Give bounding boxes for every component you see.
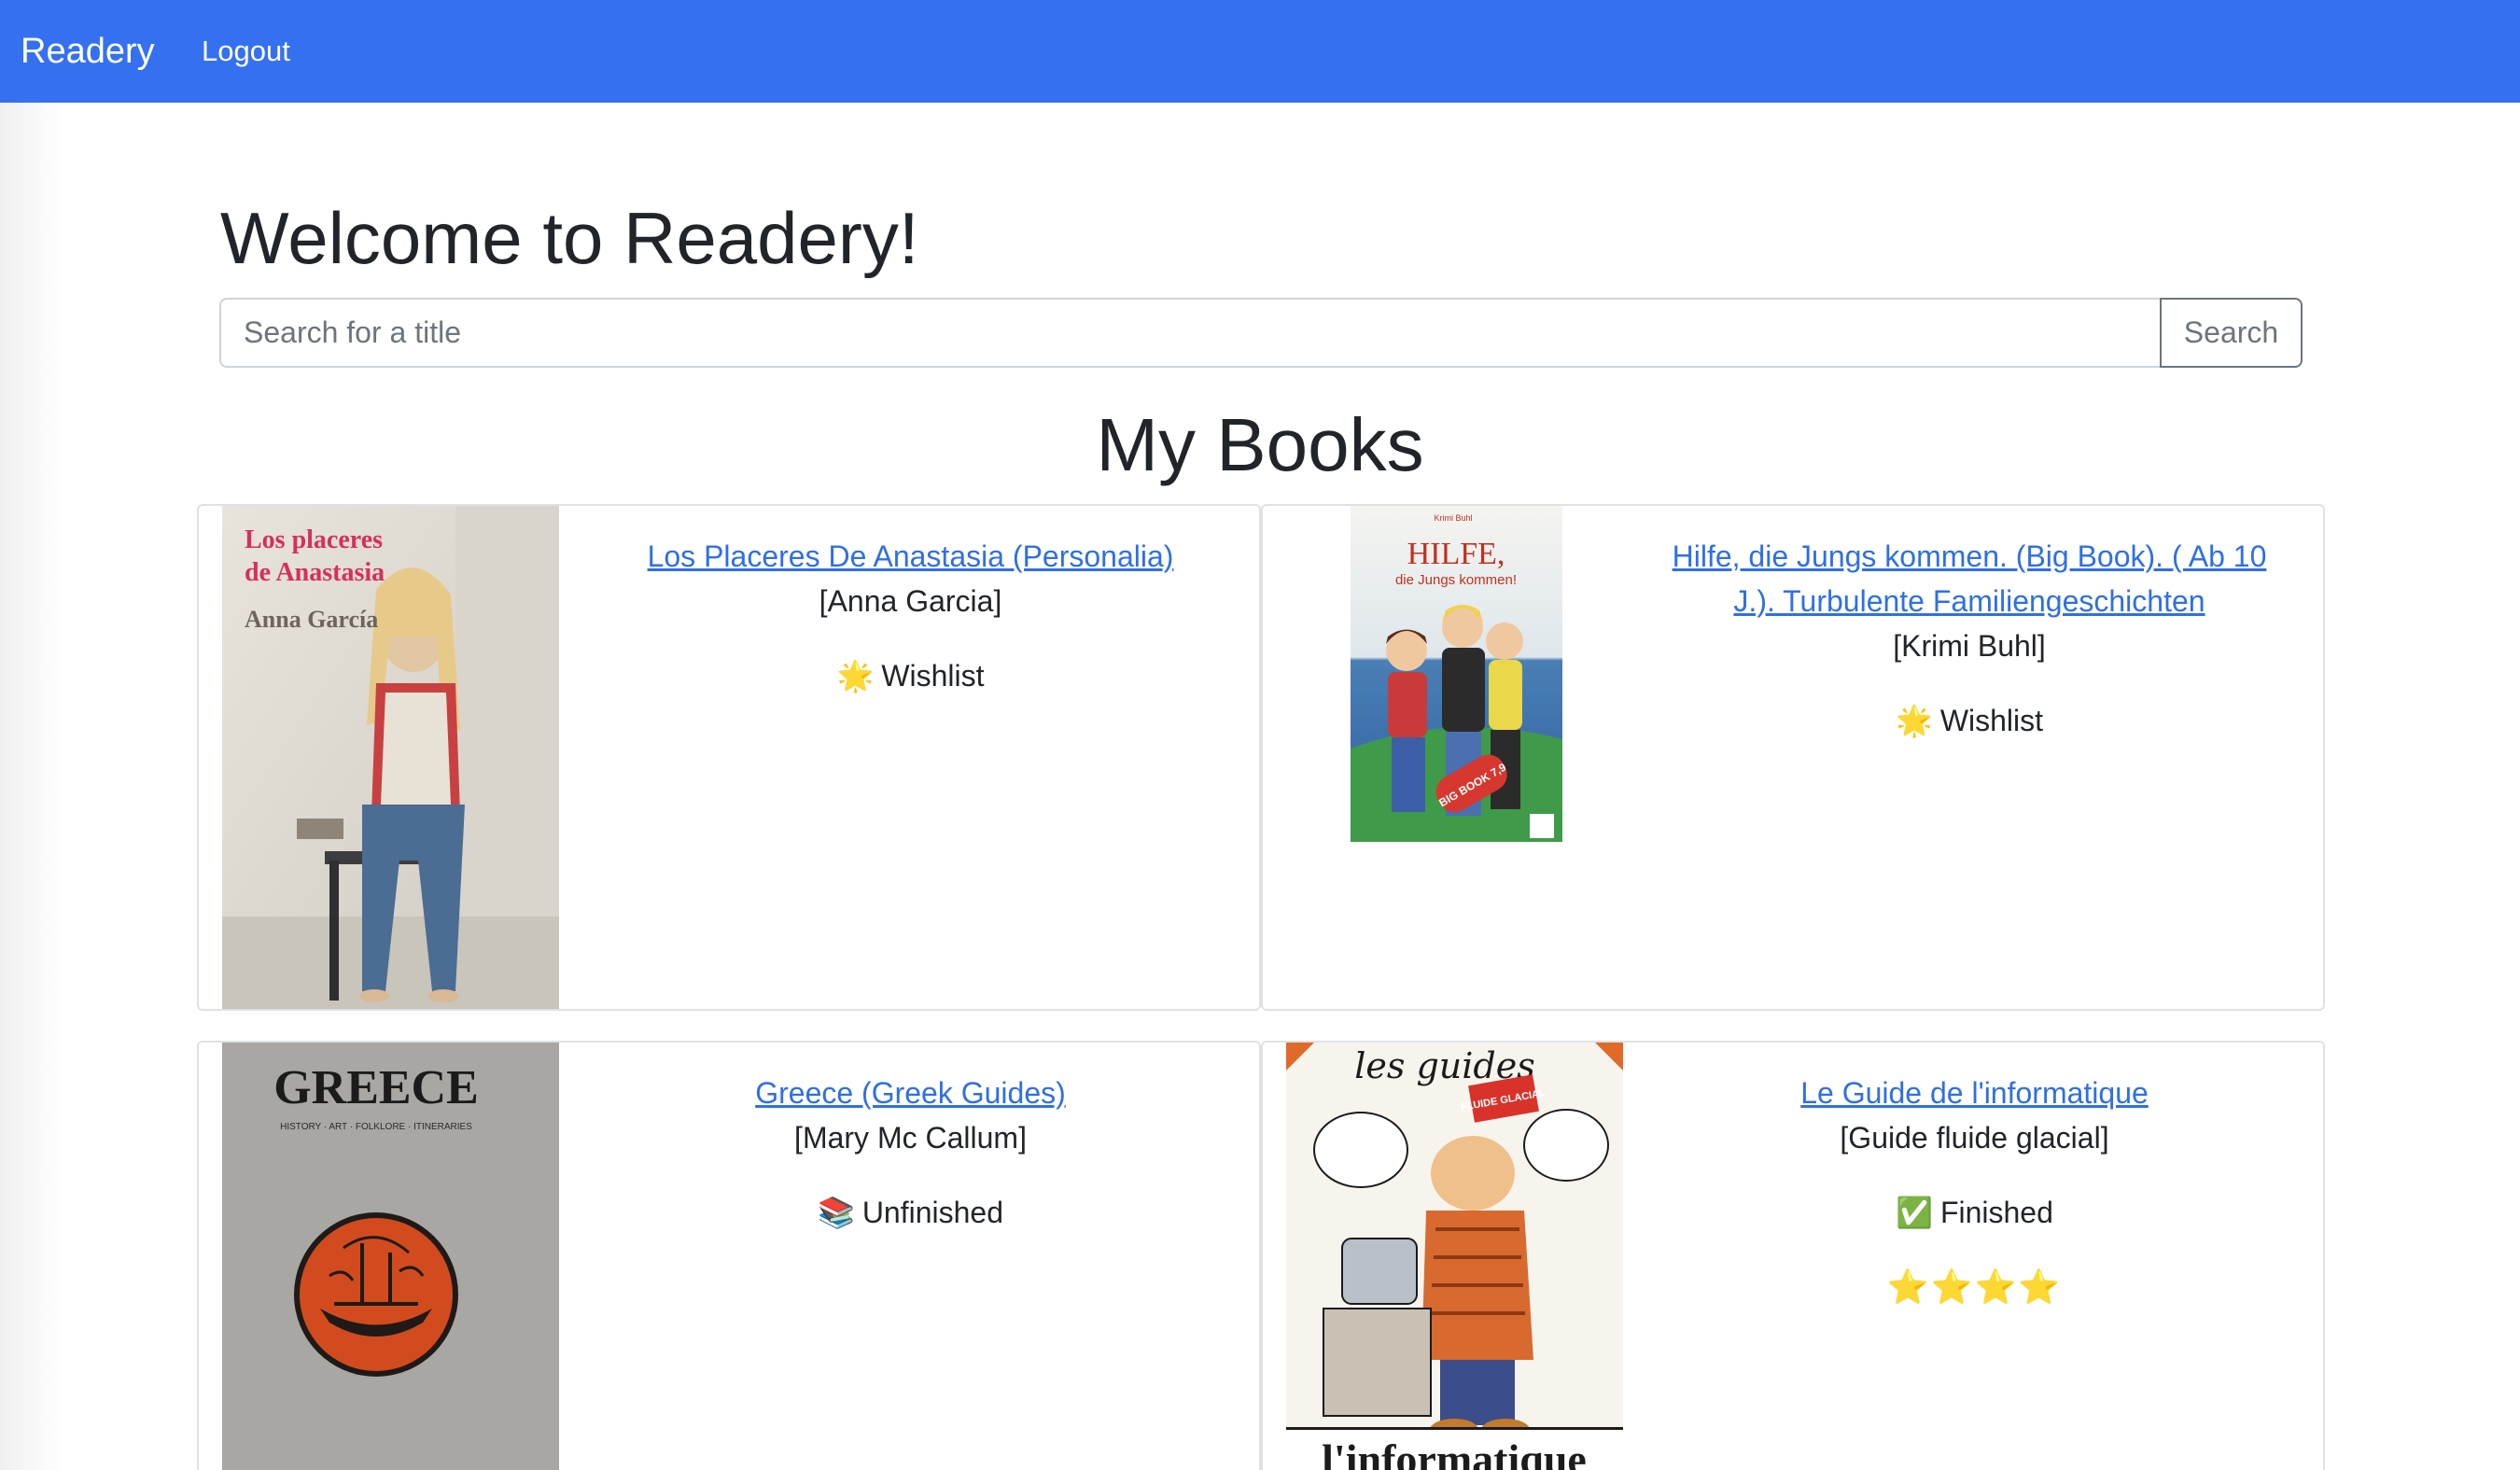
book-author: [Guide fluide glacial] [1840,1121,2109,1155]
book-status-label: Finished [1939,1196,2053,1229]
glowing-star-icon: 🌟 [1895,704,1933,737]
book-card-body: Los Placeres De Anastasia (Personalia) [… [572,534,1249,698]
book-title-link[interactable]: Hilfe, die Jungs kommen. (Big Book). ( A… [1625,534,2314,623]
cover-author: Krimi Buhl [1434,513,1472,523]
book-cover-image[interactable]: les guides FLUIDE GLACIAL l'informatique [1286,1043,1623,1470]
search-button[interactable]: Search [2160,298,2303,368]
cover-subtitle: die Jungs kommen! [1395,572,1517,588]
books-icon: 📚 [817,1196,855,1229]
star-rating: ⭐⭐⭐⭐ [1886,1267,2063,1306]
page-background-shade [0,103,65,1470]
cover-title-line1: Los placeres [245,525,383,554]
book-status: 📚 Unfinished [572,1190,1249,1235]
book-cover-image[interactable]: Los placeres de Anastasia Anna García [222,506,559,1009]
logout-link[interactable]: Logout [202,32,290,71]
book-title-link[interactable]: Le Guide de l'informatique [1636,1071,2313,1115]
book-author: [Anna Garcia] [819,584,1002,618]
book-card-body: Greece (Greek Guides) [Mary Mc Callum] 📚… [572,1071,1249,1235]
book-status: 🌟 Wishlist [572,653,1249,698]
cover-author: Anna García [245,606,378,633]
cover-title-line2: de Anastasia [245,558,385,587]
book-status-label: Unfinished [861,1196,1004,1229]
book-cover-image[interactable]: Krimi Buhl HILFE, die Jungs kommen! BIG … [1351,506,1562,842]
brand-link[interactable]: Readery [21,28,155,75]
book-card: Krimi Buhl HILFE, die Jungs kommen! BIG … [1261,504,2325,1011]
cover-subtitle: HISTORY · ART · FOLKLORE · ITINERARIES [280,1122,472,1132]
book-card-body: Hilfe, die Jungs kommen. (Big Book). ( A… [1625,534,2314,743]
section-title-my-books: My Books [1096,403,1424,486]
top-navbar: Readery Logout [0,0,2520,103]
book-title-link[interactable]: Los Placeres De Anastasia (Personalia) [572,534,1249,579]
book-author: [Mary Mc Callum] [794,1121,1027,1155]
search-form: Search [219,298,2303,368]
book-status: 🌟 Wishlist [1625,698,2314,743]
book-cover-image[interactable]: GREECE HISTORY · ART · FOLKLORE · ITINER… [222,1043,559,1470]
check-mark-icon: ✅ [1896,1196,1933,1229]
search-input[interactable] [219,298,2160,368]
book-status-label: Wishlist [1939,704,2044,737]
cover-title: HILFE, [1407,537,1505,571]
book-status: ✅ Finished [1636,1190,2313,1235]
cover-title: l'informatique [1322,1435,1587,1470]
book-card-body: Le Guide de l'informatique [Guide fluide… [1636,1071,2313,1309]
book-card: les guides FLUIDE GLACIAL l'informatique… [1261,1041,2325,1470]
page-title: Welcome to Readery! [220,197,919,279]
cover-title: GREECE [273,1061,479,1114]
book-title-link[interactable]: Greece (Greek Guides) [572,1071,1249,1115]
book-status-label: Wishlist [881,659,985,693]
book-card: Los placeres de Anastasia Anna García Lo… [197,504,1261,1011]
book-author: [Krimi Buhl] [1893,629,2046,663]
book-card: GREECE HISTORY · ART · FOLKLORE · ITINER… [197,1041,1261,1470]
glowing-star-icon: 🌟 [836,659,875,693]
